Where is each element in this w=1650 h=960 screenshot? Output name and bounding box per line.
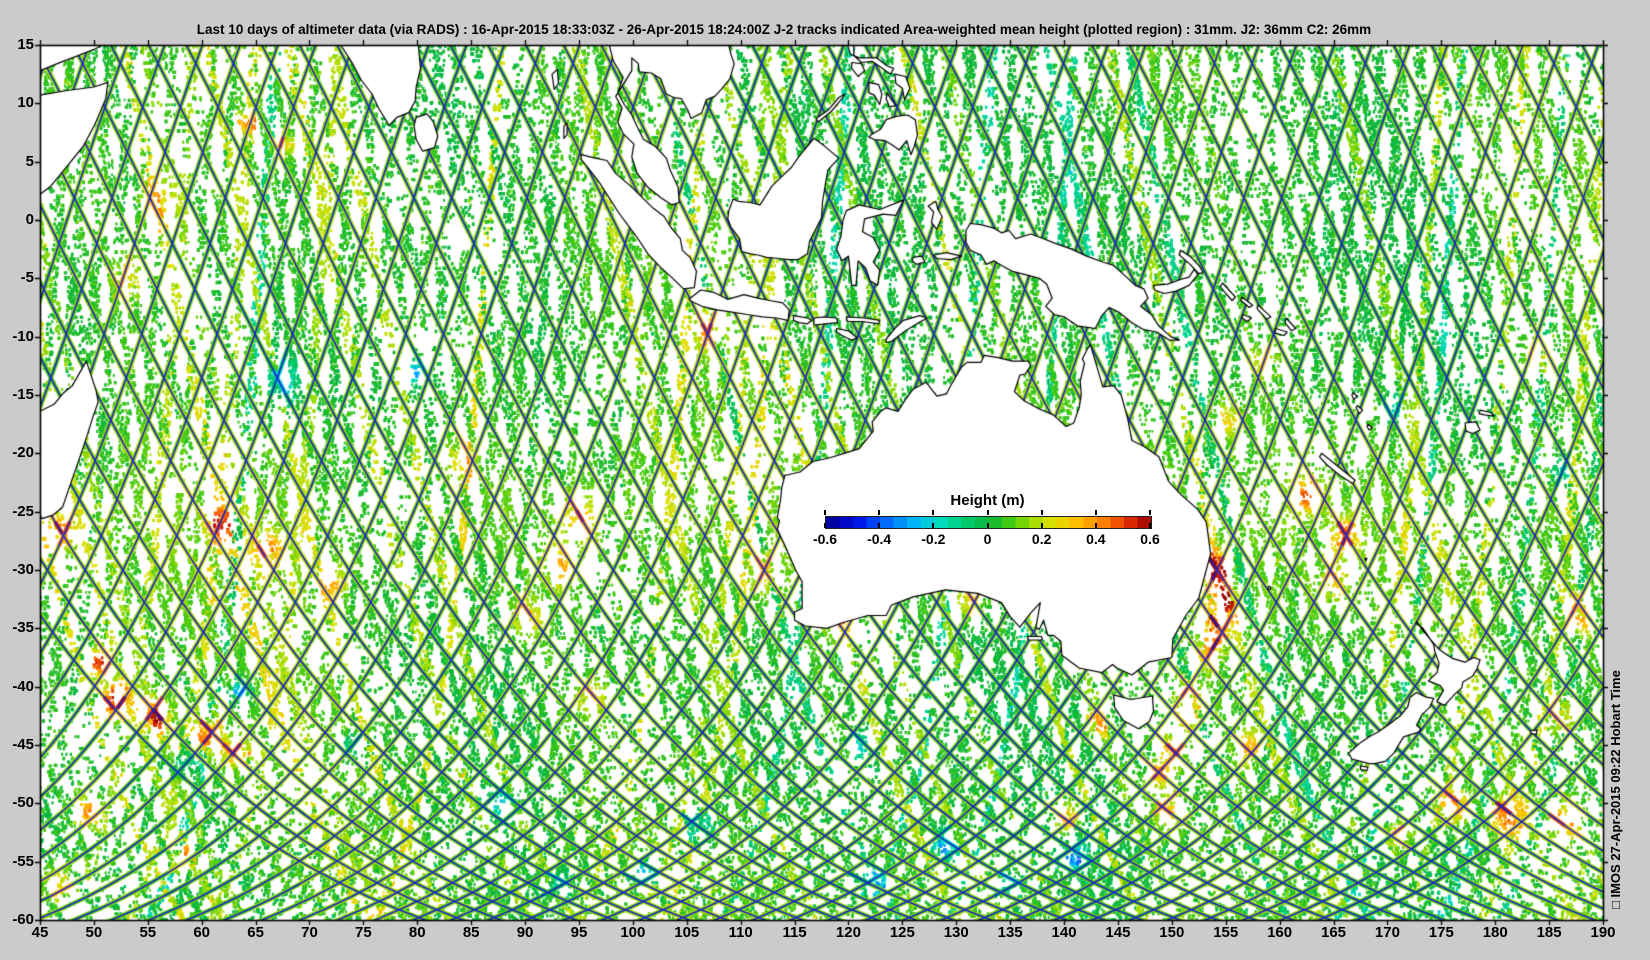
colorbar-tick [987,510,989,515]
colorbar-tick [878,510,880,515]
colorbar-tick [1149,510,1151,515]
x-tick-label: 165 [1312,924,1356,941]
y-tick-label: -25 [0,503,34,520]
colorbar-tick-label: 0 [966,531,1010,547]
y-tick-label: -55 [0,853,34,870]
colorbar-tick-label: 0.6 [1128,531,1172,547]
x-tick-label: 155 [1204,924,1248,941]
x-tick-label: 100 [611,924,655,941]
credit-label: IMOS 27-Apr-2015 09:22 Hobart Time [1608,670,1623,897]
y-tick-label: 10 [0,94,34,111]
colorbar: Height (m) -0.6-0.4-0.200.20.40.6 [825,492,1150,550]
x-tick-label: 160 [1258,924,1302,941]
x-tick-label: 90 [503,924,547,941]
y-tick-label: 0 [0,211,34,228]
x-tick-label: 70 [287,924,331,941]
x-tick-label: 95 [557,924,601,941]
x-tick-label: 140 [1042,924,1086,941]
colorbar-tick [878,523,880,528]
x-tick-label: 180 [1473,924,1517,941]
y-tick-label: -50 [0,794,34,811]
x-tick-label: 115 [773,924,817,941]
x-tick-label: 60 [180,924,224,941]
colorbar-tick [932,523,934,528]
x-tick-label: 110 [719,924,763,941]
x-tick-label: 85 [449,924,493,941]
colorbar-tick [1095,510,1097,515]
x-tick-label: 120 [826,924,870,941]
y-tick-label: -15 [0,386,34,403]
credit-text: □ IMOS 27-Apr-2015 09:22 Hobart Time [1608,670,1623,909]
colorbar-tick [1041,523,1043,528]
x-tick-label: 125 [880,924,924,941]
colorbar-tick-label: -0.2 [911,531,955,547]
colorbar-tick [824,510,826,515]
colorbar-tick [1041,510,1043,515]
colorbar-tick [1149,523,1151,528]
altimeter-map-figure: Last 10 days of altimeter data (via RADS… [0,0,1650,960]
colorbar-tick [824,523,826,528]
map-canvas [0,0,1650,960]
x-tick-label: 135 [988,924,1032,941]
y-tick-label: -30 [0,561,34,578]
x-tick-label: 50 [72,924,116,941]
x-tick-label: 145 [1096,924,1140,941]
colorbar-title: Height (m) [825,492,1150,509]
colorbar-tick-label: 0.2 [1020,531,1064,547]
x-tick-label: 130 [934,924,978,941]
y-tick-label: -20 [0,444,34,461]
colorbar-tick [932,510,934,515]
colorbar-gradient [825,516,1152,529]
x-tick-label: 190 [1581,924,1625,941]
colorbar-tick-label: 0.4 [1074,531,1118,547]
colorbar-tick [1095,523,1097,528]
x-tick-label: 170 [1365,924,1409,941]
y-tick-label: -35 [0,619,34,636]
x-tick-label: 185 [1527,924,1571,941]
y-tick-label: -45 [0,736,34,753]
y-tick-label: -40 [0,678,34,695]
figure-title: Last 10 days of altimeter data (via RADS… [0,22,1568,37]
logo-glyph: □ [1608,901,1623,909]
y-tick-label: 5 [0,153,34,170]
x-tick-label: 150 [1150,924,1194,941]
colorbar-tick-label: -0.6 [803,531,847,547]
x-tick-label: 65 [234,924,278,941]
x-tick-label: 105 [665,924,709,941]
x-tick-label: 55 [126,924,170,941]
y-tick-label: -10 [0,328,34,345]
x-tick-label: 45 [18,924,62,941]
y-tick-label: -5 [0,269,34,286]
colorbar-tick-label: -0.4 [857,531,901,547]
y-tick-label: 15 [0,36,34,53]
x-tick-label: 80 [395,924,439,941]
x-tick-label: 175 [1419,924,1463,941]
colorbar-tick [987,523,989,528]
x-tick-label: 75 [341,924,385,941]
